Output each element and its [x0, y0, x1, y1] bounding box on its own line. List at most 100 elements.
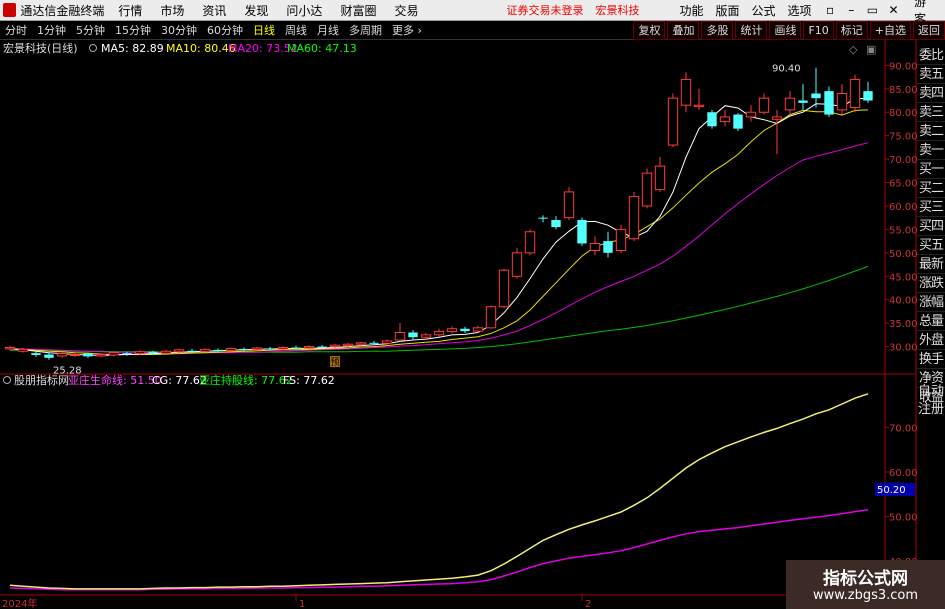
candle-body[interactable] — [342, 343, 354, 347]
side-button[interactable]: 涨跌 — [917, 274, 945, 293]
period-multi[interactable]: 多周期 — [346, 22, 385, 38]
add-watchlist-button[interactable]: +自选 — [869, 21, 911, 40]
menu-item-wealth[interactable]: 财富圈 — [340, 2, 376, 19]
side-button[interactable]: 总量 — [917, 312, 945, 331]
back-button[interactable]: 返回 — [913, 21, 945, 40]
candle-body[interactable] — [56, 353, 68, 357]
overlay-button[interactable]: 叠加 — [667, 21, 700, 40]
candle-body[interactable] — [277, 347, 289, 350]
chart-area[interactable]: 宏景科技(日线) MA5: 82.89 MA10: 80.46 MA20: 73… — [0, 40, 945, 609]
sub-settings-circle-icon[interactable] — [3, 376, 11, 384]
candle-body[interactable] — [95, 354, 107, 357]
candle-body[interactable] — [693, 104, 705, 108]
candle-body[interactable] — [446, 328, 458, 333]
candle-body[interactable] — [707, 112, 717, 127]
menu-item-discover[interactable]: 发现 — [244, 2, 268, 19]
candle-body[interactable] — [733, 114, 743, 129]
period-daily[interactable]: 日线 — [250, 22, 278, 38]
candle-body[interactable] — [69, 354, 81, 357]
period-60min[interactable]: 60分钟 — [204, 22, 246, 38]
expand-icon[interactable]: ▣ — [866, 43, 876, 56]
candle-body[interactable] — [199, 348, 211, 352]
candle-body[interactable] — [408, 332, 418, 338]
candle-body[interactable] — [4, 347, 16, 350]
auto-register-button[interactable]: 自动 注册 — [917, 383, 945, 419]
candle-body[interactable] — [160, 350, 172, 354]
side-button[interactable]: 换手 — [917, 350, 945, 369]
candle-body[interactable] — [329, 344, 341, 348]
candle-body[interactable] — [667, 97, 679, 146]
candle-body[interactable] — [824, 91, 834, 115]
candle-body[interactable] — [303, 346, 315, 349]
diamond-icon[interactable]: ◇ — [849, 43, 858, 56]
candle-body[interactable] — [615, 228, 627, 251]
menu-item-formula[interactable]: 公式 — [752, 2, 776, 19]
candle-body[interactable] — [680, 78, 692, 106]
candle-body[interactable] — [758, 97, 770, 113]
side-button[interactable]: 买四 — [917, 217, 945, 236]
side-button[interactable]: 涨幅 — [917, 293, 945, 312]
candle-body[interactable] — [811, 93, 821, 99]
candle-body[interactable] — [187, 350, 197, 352]
side-button[interactable]: 卖五 — [917, 65, 945, 84]
candle-body[interactable] — [134, 351, 146, 355]
candle-body[interactable] — [265, 348, 275, 350]
candle-body[interactable] — [849, 78, 861, 109]
candle-body[interactable] — [122, 353, 132, 355]
candle-body[interactable] — [17, 348, 29, 352]
side-button[interactable]: 卖四 — [917, 84, 945, 103]
draw-line-button[interactable]: 画线 — [769, 21, 802, 40]
period-5min[interactable]: 5分钟 — [73, 22, 108, 38]
candle-body[interactable] — [317, 346, 327, 348]
side-button[interactable]: 买二 — [917, 179, 945, 198]
minimize-icon[interactable]: – — [843, 3, 860, 17]
candle-body[interactable] — [628, 196, 640, 240]
period-weekly[interactable]: 周线 — [282, 22, 310, 38]
candle-body[interactable] — [44, 354, 54, 358]
menu-item-quotes[interactable]: 行情 — [118, 2, 142, 19]
candle-body[interactable] — [433, 331, 445, 336]
candle-body[interactable] — [745, 111, 757, 118]
menu-item-ask[interactable]: 问小达 — [286, 2, 322, 19]
candle-body[interactable] — [420, 334, 432, 338]
side-button[interactable]: 委比 — [917, 46, 945, 65]
candle-body[interactable] — [719, 116, 731, 123]
candle-body[interactable] — [83, 353, 93, 357]
candle-body[interactable] — [173, 349, 185, 353]
candle-body[interactable] — [511, 252, 523, 277]
candle-body[interactable] — [460, 328, 470, 332]
period-more[interactable]: 更多 › — [389, 22, 425, 38]
side-button[interactable]: 买三 — [917, 198, 945, 217]
period-30min[interactable]: 30分钟 — [158, 22, 200, 38]
multi-stock-button[interactable]: 多股 — [701, 21, 734, 40]
candle-body[interactable] — [472, 327, 484, 332]
candle-body[interactable] — [798, 100, 808, 103]
candle-body[interactable] — [836, 92, 848, 111]
period-monthly[interactable]: 月线 — [314, 22, 342, 38]
side-button[interactable]: 买五 — [917, 236, 945, 255]
settings-circle-icon[interactable] — [89, 44, 97, 52]
side-button[interactable]: 卖一 — [917, 141, 945, 160]
mark-button[interactable]: 标记 — [835, 21, 868, 40]
candle-body[interactable] — [641, 172, 653, 207]
menu-item-market[interactable]: 市场 — [160, 2, 184, 19]
candle-body[interactable] — [108, 352, 120, 356]
candle-body[interactable] — [863, 91, 873, 101]
restore-window-icon[interactable]: ▫ — [822, 3, 839, 17]
candle-body[interactable] — [485, 306, 497, 329]
candle-body[interactable] — [225, 347, 237, 351]
candle-body[interactable] — [394, 332, 406, 341]
candle-body[interactable] — [31, 353, 41, 356]
side-button[interactable]: 最新 — [917, 255, 945, 274]
period-15min[interactable]: 15分钟 — [112, 22, 154, 38]
side-button[interactable]: 买一 — [917, 160, 945, 179]
menu-item-news[interactable]: 资讯 — [202, 2, 226, 19]
menu-item-layout[interactable]: 版面 — [715, 2, 739, 19]
candle-body[interactable] — [291, 347, 301, 349]
menu-item-trade[interactable]: 交易 — [394, 2, 418, 19]
close-icon[interactable]: ✕ — [885, 3, 902, 17]
side-button[interactable]: 外盘 — [917, 331, 945, 350]
candle-body[interactable] — [654, 165, 666, 191]
candle-body[interactable] — [563, 191, 575, 219]
maximize-icon[interactable]: ▭ — [864, 3, 881, 17]
